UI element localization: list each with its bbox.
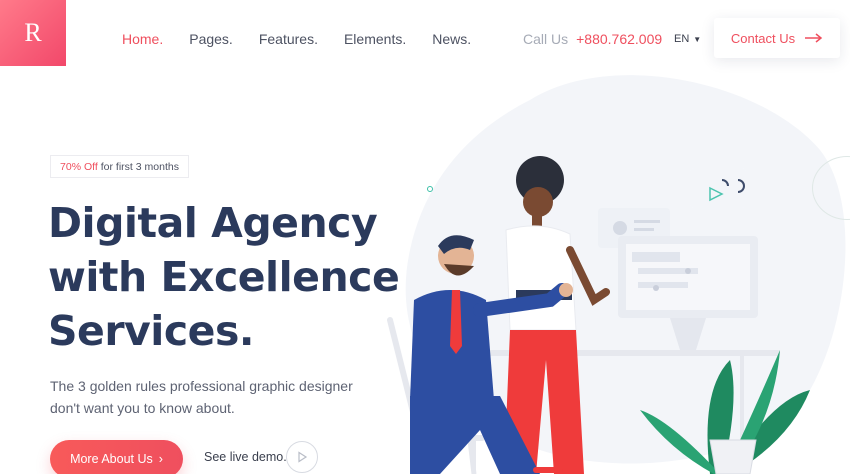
main-nav: Home. Pages. Features. Elements. News. xyxy=(122,31,471,47)
desk xyxy=(450,350,780,356)
call-us-label: Call Us xyxy=(523,31,569,47)
chevron-right-icon: › xyxy=(158,452,163,466)
more-about-us-button[interactable]: More About Us › xyxy=(50,440,183,474)
play-button[interactable] xyxy=(286,441,318,473)
caret-down-icon: ▼ xyxy=(693,35,702,44)
brand-logo[interactable]: R xyxy=(0,0,66,66)
contact-us-label: Contact Us xyxy=(730,30,796,46)
language-label: EN xyxy=(674,33,690,45)
promo-highlight: 70% Off xyxy=(60,160,98,173)
nav-item-news[interactable]: News. xyxy=(432,31,471,47)
arrow-right-icon xyxy=(805,33,823,43)
hero-headline: Digital Agency with Excellence Services. xyxy=(48,196,428,358)
headline-line-3: Services. xyxy=(48,307,254,355)
promo-badge: 70% Off for first 3 months xyxy=(50,155,189,178)
headline-line-2: with Excellence xyxy=(48,253,400,301)
more-about-us-label: More About Us xyxy=(70,452,153,466)
monitor xyxy=(618,236,758,350)
play-icon xyxy=(298,451,308,463)
contact-us-button[interactable]: Contact Us xyxy=(714,18,840,58)
phone-number[interactable]: +880.762.009 xyxy=(576,31,662,47)
nav-item-pages[interactable]: Pages. xyxy=(189,31,233,47)
nav-item-home[interactable]: Home. xyxy=(122,31,163,47)
headline-line-1: Digital Agency xyxy=(48,199,378,247)
see-live-demo-link[interactable]: See live demo. xyxy=(204,450,287,464)
woman-figure xyxy=(504,156,610,474)
plant xyxy=(640,350,810,474)
hero-illustration xyxy=(387,156,810,474)
logo-letter: R xyxy=(24,18,42,47)
nav-item-features[interactable]: Features. xyxy=(259,31,318,47)
language-selector[interactable]: EN ▼ xyxy=(674,33,701,45)
hero-subtitle: The 3 golden rules professional graphic … xyxy=(50,378,353,416)
call-us: Call Us +880.762.009 xyxy=(523,31,662,47)
promo-text: for first 3 months xyxy=(100,160,179,173)
nav-item-elements[interactable]: Elements. xyxy=(344,31,406,47)
floating-card-top xyxy=(690,168,746,208)
